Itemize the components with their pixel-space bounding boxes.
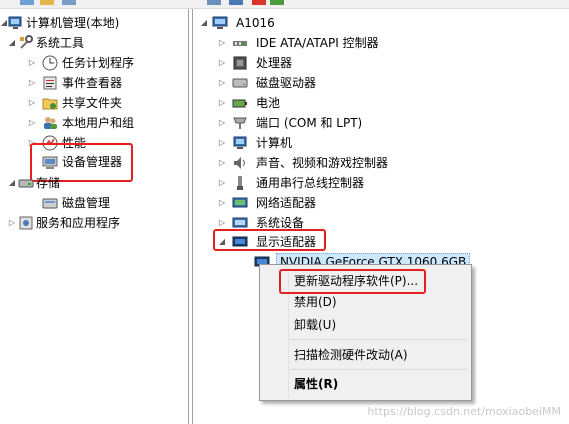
back-icon[interactable] (20, 0, 34, 5)
menu-separator (290, 339, 467, 340)
tree-label: 处理器 (256, 56, 293, 70)
speaker-icon (234, 157, 245, 169)
toolbar (0, 0, 569, 9)
tree-label: 服务和应用程序 (36, 216, 121, 230)
tree-label: 网络适配器 (256, 196, 317, 210)
folder-icon[interactable] (40, 0, 54, 5)
tree-label: 电池 (256, 96, 281, 110)
disk-management-icon (42, 198, 58, 209)
tree-label: 系统工具 (36, 36, 85, 50)
computer-management-icon (8, 16, 22, 29)
menu-separator (290, 369, 467, 370)
disk-drive-icon (232, 78, 248, 88)
usb-icon (237, 176, 243, 190)
tree-label: 本地用户和组 (62, 116, 135, 130)
tree-label: 磁盘管理 (62, 196, 111, 210)
services-icon (19, 216, 33, 230)
menu-item-properties[interactable]: 属性(R) (294, 374, 338, 394)
storage-icon (18, 179, 34, 188)
clock-icon (42, 55, 58, 71)
tree-label: 计算机管理(本地) (26, 16, 120, 30)
tree-label: 共享文件夹 (62, 96, 123, 110)
tree-label: 端口 (COM 和 LPT) (256, 116, 363, 130)
menu-item-uninstall[interactable]: 卸载(U) (294, 315, 336, 335)
highlight-display-adapter (213, 229, 326, 251)
computer-icon (212, 16, 228, 29)
menu-item-disable[interactable]: 禁用(D) (294, 292, 337, 312)
users-icon (44, 117, 57, 129)
tree-label: 计算机 (256, 136, 293, 150)
tree-label: 任务计划程序 (62, 56, 135, 70)
network-adapter-icon (232, 197, 248, 208)
tree-label: 声音、视频和游戏控制器 (256, 156, 389, 170)
processor-icon (233, 56, 247, 70)
uninstall-icon[interactable] (252, 0, 266, 5)
port-icon (233, 117, 247, 129)
menu-item-scan[interactable]: 扫描检测硬件改动(A) (294, 345, 408, 365)
highlight-update-driver (279, 269, 426, 294)
tools-icon (20, 35, 33, 49)
update-icon[interactable] (229, 0, 243, 5)
scan-icon[interactable] (207, 0, 221, 5)
battery-icon (232, 99, 247, 108)
shared-folder-icon (42, 98, 58, 110)
tree-label: 存储 (36, 176, 61, 190)
enable-icon[interactable] (270, 0, 284, 5)
properties-icon[interactable] (62, 0, 76, 5)
event-viewer-icon (43, 76, 57, 90)
tree-label: 磁盘驱动器 (256, 76, 317, 90)
tree-label: 事件查看器 (62, 76, 123, 90)
computer-icon (233, 136, 247, 149)
tree-label: A1016 (236, 16, 275, 30)
ide-controller-icon (233, 41, 247, 46)
watermark: https://blog.csdn.net/moxiaobeiMM (367, 405, 561, 418)
tree-label: 通用串行总线控制器 (256, 176, 365, 190)
tree-label: IDE ATA/ATAPI 控制器 (256, 36, 379, 50)
